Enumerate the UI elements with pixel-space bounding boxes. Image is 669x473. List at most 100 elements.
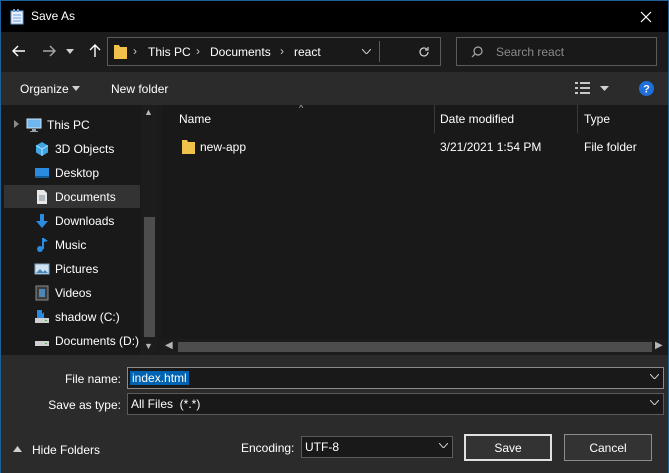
search-placeholder: Search react [496,45,565,59]
tree-item-label: Documents [55,190,116,204]
address-dropdown-button[interactable] [357,41,375,62]
column-header-name[interactable]: Name [179,112,211,126]
organize-label: Organize [20,82,69,96]
breadcrumb-separator-icon: › [196,44,200,58]
scrollbar-thumb[interactable] [144,217,155,337]
filename-value: index.html [130,371,189,385]
navigation-pane: This PC 3D Objects Desktop Documents Dow… [1,105,159,355]
up-button[interactable] [84,40,106,62]
scrollbar-thumb[interactable] [178,342,652,352]
picture-icon [34,263,50,275]
encoding-label: Encoding: [241,441,295,455]
encoding-select[interactable]: UTF-8 [301,436,453,458]
new-folder-button[interactable]: New folder [111,82,168,96]
scroll-up-icon[interactable]: ▲ [144,107,153,117]
column-header-type[interactable]: Type [584,112,610,126]
film-icon [35,285,49,301]
help-button[interactable]: ? [639,81,654,96]
filename-label: File name: [64,372,121,386]
tree-item-videos[interactable]: Videos [4,281,140,304]
title-bar: Save As [1,1,668,32]
tree-item-label: Music [55,238,87,252]
chevron-down-icon [650,400,659,405]
command-bar: Organize New folder ? [1,72,668,105]
tree-item-label: Pictures [55,262,99,276]
savetype-value: All Files (*.*) [131,397,201,411]
file-type: File folder [584,140,637,154]
scroll-left-icon[interactable]: ◀ [165,340,173,351]
tree-item-documents[interactable]: Documents [4,185,140,208]
download-arrow-icon [36,214,48,228]
forward-button[interactable] [38,40,60,62]
file-date: 3/21/2021 1:54 PM [440,140,542,154]
sort-ascending-icon: ^ [299,105,304,113]
tree-item-music[interactable]: Music [4,233,140,256]
tree-item-drive-d[interactable]: Documents (D:) [4,329,140,352]
cancel-button[interactable]: Cancel [564,434,652,461]
chevron-down-icon [600,86,609,91]
tree-item-3d-objects[interactable]: 3D Objects [4,137,140,160]
folder-icon [114,45,127,59]
tree-item-pictures[interactable]: Pictures [4,257,140,280]
hide-folders-button[interactable]: Hide Folders [13,441,108,459]
notepad-icon [10,9,24,25]
tree-item-label: This PC [47,118,90,132]
save-button[interactable]: Save [464,434,552,461]
arrow-left-icon [12,45,25,57]
tree-item-this-pc[interactable]: This PC [4,113,140,136]
breadcrumb-documents[interactable]: Documents [210,45,271,59]
save-as-dialog: Save As › This PC › Documents › react Se… [0,0,669,473]
close-icon [640,11,652,22]
back-button[interactable] [8,40,30,62]
refresh-icon [419,47,429,57]
hide-folders-label: Hide Folders [32,443,101,457]
svg-text:?: ? [643,84,650,96]
tree-item-drive-c[interactable]: shadow (C:) [4,305,140,328]
save-options: File name: index.html Save as type: All … [1,355,668,473]
tree-item-label: Documents (D:) [55,334,140,348]
chevron-down-icon [66,48,74,54]
window-title: Save As [31,9,76,23]
savetype-select[interactable]: All Files (*.*) [127,393,664,415]
search-box[interactable]: Search react [456,37,657,66]
chevron-up-icon [13,446,22,452]
desktop-icon [35,168,49,178]
navigation-bar: › This PC › Documents › react Search rea… [1,32,668,72]
tree-item-desktop[interactable]: Desktop [4,161,140,184]
address-divider [379,41,380,62]
search-icon [471,46,483,58]
navigation-pane-scrollbar[interactable]: ▲ ▼ [141,105,158,355]
file-list: ^ Name Date modified Type new-app 3/21/2… [161,105,668,355]
file-name: new-app [200,140,247,154]
chevron-down-icon[interactable] [650,374,659,379]
organize-button[interactable]: Organize [19,72,85,105]
folder-icon [182,140,195,154]
scroll-right-icon[interactable]: ▶ [655,340,663,351]
column-divider[interactable] [577,105,578,133]
help-icon: ? [639,81,654,96]
breadcrumb-this-pc[interactable]: This PC [148,45,191,59]
file-row[interactable]: new-app 3/21/2021 1:54 PM File folder [161,135,668,158]
file-list-scrollbar[interactable]: ◀ ▶ [161,339,668,355]
breadcrumb-separator-icon: › [280,44,284,58]
scroll-down-icon[interactable]: ▼ [144,341,153,351]
drive-icon [35,341,49,346]
recent-locations-button[interactable] [63,40,77,62]
tree-item-label: Videos [55,286,92,300]
view-options-button[interactable] [575,80,611,97]
chevron-right-icon [14,120,19,128]
document-icon [37,190,47,204]
cube-icon [35,142,49,156]
column-divider[interactable] [434,105,435,133]
filename-input[interactable]: index.html [127,367,664,389]
column-header-date[interactable]: Date modified [440,112,514,126]
address-bar[interactable]: › This PC › Documents › react [107,37,441,66]
tree-item-label: Downloads [55,214,115,228]
tree-item-downloads[interactable]: Downloads [4,209,140,232]
music-note-icon [37,238,48,252]
breadcrumb-react[interactable]: react [294,45,321,59]
chevron-down-icon [439,443,448,448]
chevron-down-icon [72,86,80,91]
refresh-button[interactable] [415,43,433,61]
close-button[interactable] [623,1,669,32]
